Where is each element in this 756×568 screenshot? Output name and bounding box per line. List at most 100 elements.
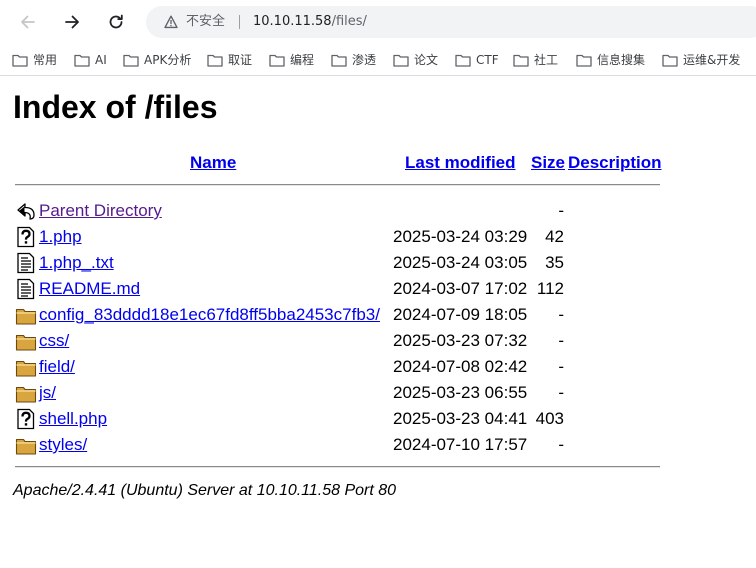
- list-item: styles/ 2024-07-10 17:57 -: [0, 432, 756, 458]
- list-item: js/ 2025-03-23 06:55 -: [0, 380, 756, 406]
- forward-arrow-icon[interactable]: [58, 8, 86, 36]
- sort-by-last-modified-link[interactable]: Last modified: [405, 152, 516, 174]
- bookmark-folder[interactable]: 取证: [207, 50, 252, 70]
- file-link[interactable]: 1.php: [39, 226, 82, 248]
- server-signature: Apache/2.4.41 (Ubuntu) Server at 10.10.1…: [13, 482, 397, 499]
- page-title: Index of /files: [13, 89, 218, 125]
- file-link[interactable]: 1.php_.txt: [39, 252, 114, 274]
- file-size: -: [558, 331, 564, 350]
- bookmark-label: 运维&开发: [683, 53, 741, 67]
- file-link[interactable]: README.md: [39, 278, 140, 300]
- bookmark-folder[interactable]: 运维&开发: [662, 50, 740, 70]
- bookmark-label: 编程: [290, 53, 315, 67]
- reload-icon[interactable]: [102, 8, 130, 36]
- omnibox-divider: [239, 15, 240, 29]
- file-size: -: [558, 435, 564, 454]
- folder-icon: [662, 53, 678, 67]
- folder-icon: [513, 53, 529, 67]
- list-item: css/ 2025-03-23 07:32 -: [0, 328, 756, 354]
- folder-icon: [207, 53, 223, 67]
- folder-icon: [269, 53, 285, 67]
- bookmark-folder[interactable]: 常用: [12, 50, 57, 70]
- file-size: 112: [536, 279, 564, 298]
- browser-toolbar: 不安全 10.10.11.58/files/: [0, 0, 756, 44]
- last-modified: 2024-03-07 17:02: [393, 279, 528, 298]
- divider: [15, 466, 660, 468]
- bookmark-folder[interactable]: 信息搜集: [576, 50, 645, 70]
- sort-by-name-link[interactable]: Name: [190, 152, 236, 174]
- bookmark-folder[interactable]: 论文: [393, 50, 438, 70]
- bookmark-label: 常用: [33, 53, 58, 67]
- url-host: 10.10.11.58: [253, 14, 332, 29]
- folder-icon: [15, 330, 37, 352]
- last-modified: 2024-07-09 18:05: [393, 305, 528, 324]
- parent-directory-link[interactable]: Parent Directory: [39, 200, 162, 222]
- bookmark-label: 论文: [414, 53, 439, 67]
- folder-icon: [12, 53, 28, 67]
- last-modified: 2024-07-10 17:57: [393, 435, 528, 454]
- list-item: field/ 2024-07-08 02:42 -: [0, 354, 756, 380]
- list-item: Parent Directory -: [0, 198, 756, 224]
- divider: [15, 184, 660, 186]
- folder-icon: [15, 356, 37, 378]
- address-bar[interactable]: 不安全 10.10.11.58/files/: [146, 6, 756, 38]
- directory-link[interactable]: field/: [39, 356, 75, 378]
- last-modified: 2025-03-23 06:55: [393, 383, 528, 402]
- folder-icon: [15, 304, 37, 326]
- folder-icon: [15, 434, 37, 456]
- folder-icon: [576, 53, 592, 67]
- directory-link[interactable]: styles/: [39, 434, 87, 456]
- sort-by-size-link[interactable]: Size: [531, 152, 565, 174]
- bookmarks-bar: 常用 AI APK分析 取证 编程 渗透 论文 CTF 社工 信息搜集 运维&开…: [0, 44, 756, 76]
- url-text[interactable]: 10.10.11.58/files/: [253, 14, 367, 30]
- unknown-file-icon: [15, 226, 37, 248]
- list-item: 1.php 2025-03-24 03:29 42: [0, 224, 756, 250]
- folder-icon: [455, 53, 471, 67]
- folder-icon: [74, 53, 90, 67]
- list-item: config_83dddd18e1ec67fd8ff5bba2453c7fb3/…: [0, 302, 756, 328]
- bookmark-folder[interactable]: AI: [74, 50, 107, 70]
- list-item: shell.php 2025-03-23 04:41 403: [0, 406, 756, 432]
- bookmark-label: 信息搜集: [597, 53, 646, 67]
- sort-by-description-link[interactable]: Description: [568, 152, 662, 174]
- file-size: 35: [545, 253, 564, 272]
- file-link[interactable]: shell.php: [39, 408, 107, 430]
- folder-icon: [15, 382, 37, 404]
- bookmark-label: 取证: [228, 53, 253, 67]
- last-modified: 2025-03-23 07:32: [393, 331, 528, 350]
- list-item: 1.php_.txt 2025-03-24 03:05 35: [0, 250, 756, 276]
- security-status-label[interactable]: 不安全: [186, 14, 225, 30]
- list-item: README.md 2024-03-07 17:02 112: [0, 276, 756, 302]
- unknown-file-icon: [15, 408, 37, 430]
- directory-link[interactable]: css/: [39, 330, 69, 352]
- folder-icon: [123, 53, 139, 67]
- back-arrow-icon[interactable]: [14, 8, 42, 36]
- file-size: -: [558, 201, 564, 220]
- url-path: /files/: [331, 14, 367, 29]
- bookmark-label: APK分析: [144, 53, 192, 67]
- directory-link[interactable]: js/: [39, 382, 56, 404]
- file-size: -: [558, 383, 564, 402]
- bookmark-folder[interactable]: CTF: [455, 50, 499, 70]
- folder-icon: [331, 53, 347, 67]
- bookmark-label: 社工: [534, 53, 559, 67]
- bookmark-folder[interactable]: 渗透: [331, 50, 376, 70]
- bookmark-label: AI: [95, 53, 107, 67]
- last-modified: 2025-03-24 03:05: [393, 253, 528, 272]
- text-file-icon: [15, 252, 37, 274]
- folder-icon: [393, 53, 409, 67]
- directory-link[interactable]: config_83dddd18e1ec67fd8ff5bba2453c7fb3/: [39, 304, 380, 326]
- warning-icon[interactable]: [164, 15, 178, 29]
- bookmark-folder[interactable]: APK分析: [123, 50, 191, 70]
- file-size: 403: [535, 409, 564, 428]
- file-size: -: [558, 357, 564, 376]
- bookmark-folder[interactable]: 社工: [513, 50, 558, 70]
- page-content: Index of /files Name Last modified Size …: [0, 76, 756, 568]
- last-modified: 2025-03-24 03:29: [393, 227, 528, 246]
- bookmark-folder[interactable]: 编程: [269, 50, 314, 70]
- back-icon: [15, 200, 37, 222]
- bookmark-label: CTF: [476, 53, 499, 67]
- bookmark-label: 渗透: [352, 53, 377, 67]
- file-size: -: [558, 305, 564, 324]
- last-modified: 2024-07-08 02:42: [393, 357, 528, 376]
